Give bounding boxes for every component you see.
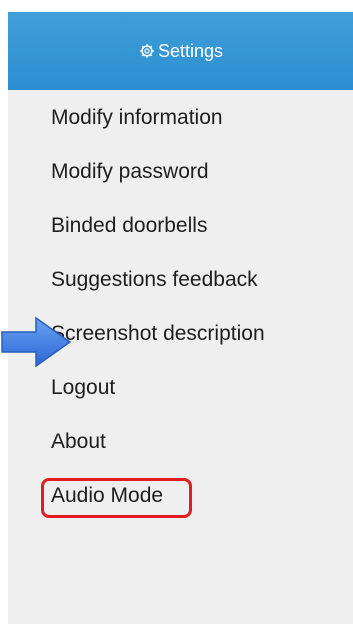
gear-icon [140,44,154,58]
menu-item-logout[interactable]: Logout [8,360,353,414]
menu-item-label: Logout [51,375,116,399]
menu-item-modify-information[interactable]: Modify information [8,90,353,144]
header-title: Settings [138,41,223,62]
menu-item-label: Modify information [51,105,223,129]
highlight-box [41,478,192,518]
menu-item-modify-password[interactable]: Modify password [8,144,353,198]
menu-item-label: Modify password [51,159,209,183]
screen: Settings Modify information Modify passw… [0,0,353,624]
menu-item-label: Screenshot description [51,321,265,345]
pointer-arrow-icon [1,316,72,368]
settings-menu: Modify information Modify password Binde… [8,90,353,522]
menu-item-binded-doorbells[interactable]: Binded doorbells [8,198,353,252]
menu-item-label: About [51,429,106,453]
menu-item-label: Binded doorbells [51,213,208,237]
menu-item-label: Suggestions feedback [51,267,258,291]
menu-item-suggestions-feedback[interactable]: Suggestions feedback [8,252,353,306]
settings-header: Settings [8,12,353,90]
menu-item-audio-mode[interactable]: Audio Mode [8,468,353,522]
menu-item-about[interactable]: About [8,414,353,468]
page-title: Settings [157,40,224,61]
